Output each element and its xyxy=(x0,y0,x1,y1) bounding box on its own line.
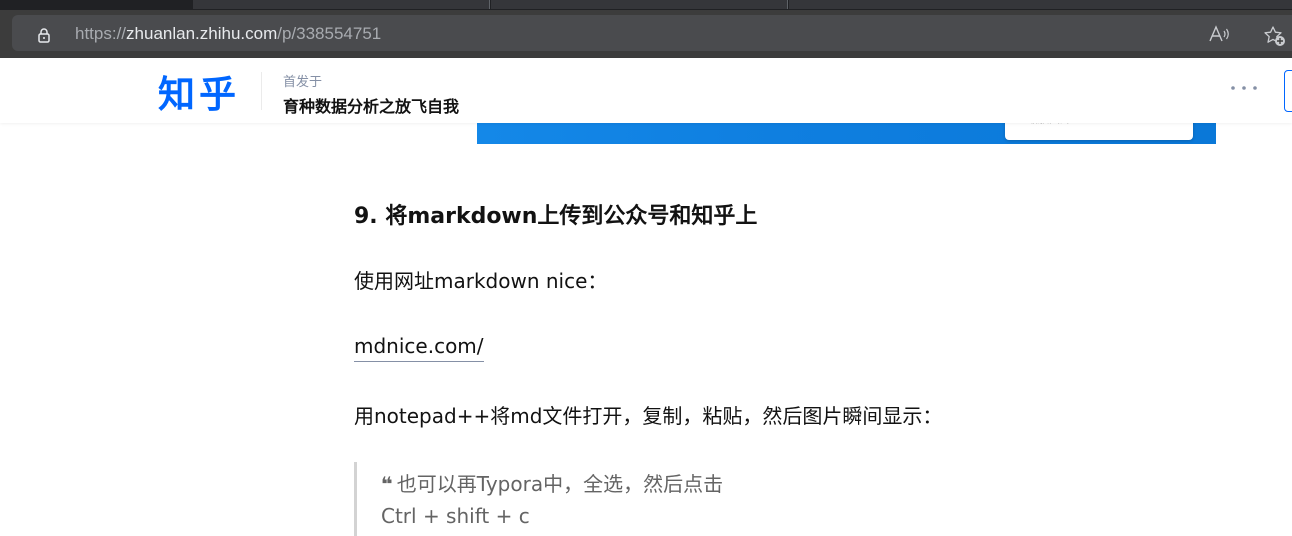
blockquote: ❝ 也可以再Typora中，全选，然后点击 Ctrl + shift + c xyxy=(354,462,954,536)
favorite-add-icon[interactable] xyxy=(1263,25,1287,47)
quote-text: 也可以再Typora中，全选，然后点击 xyxy=(396,472,724,496)
browser-tab[interactable] xyxy=(789,0,1292,9)
lock-icon[interactable] xyxy=(36,27,52,43)
browser-toolbar: https://zhuanlan.zhihu.com/p/338554751 xyxy=(0,10,1292,58)
publication-caption: 首发于 xyxy=(283,75,323,90)
tab-strip xyxy=(0,0,1292,10)
url-path: /p/338554751 xyxy=(277,24,382,43)
address-url[interactable]: https://zhuanlan.zhihu.com/p/338554751 xyxy=(75,24,381,44)
header-action-button[interactable] xyxy=(1284,70,1292,112)
header-divider xyxy=(261,72,262,110)
paragraph: 用notepad++将md文件打开，复制，粘贴，然后图片瞬间显示： xyxy=(354,404,943,428)
site-header: 知乎 首发于 育种数据分析之放飞自我 xyxy=(0,58,1292,123)
browser-tab[interactable] xyxy=(491,0,788,9)
read-aloud-icon[interactable] xyxy=(1208,24,1230,44)
quote-line: ❝ 也可以再Typora中，全选，然后点击 xyxy=(381,468,723,497)
section-heading: 9. 将markdown上传到公众号和知乎上 xyxy=(354,204,758,229)
mdnice-link[interactable]: mdnice.com/ xyxy=(354,334,484,362)
browser-tab[interactable] xyxy=(193,0,490,9)
url-scheme: https:// xyxy=(75,24,127,43)
url-host: zhuanlan.zhihu.com xyxy=(126,24,278,43)
quote-line: Ctrl + shift + c xyxy=(381,504,530,528)
publication-name[interactable]: 育种数据分析之放飞自我 xyxy=(283,93,459,117)
quote-mark-icon: ❝ xyxy=(381,472,393,496)
paragraph: 使用网址markdown nice： xyxy=(354,269,608,293)
address-bar[interactable]: https://zhuanlan.zhihu.com/p/338554751 xyxy=(12,15,1292,51)
more-icon[interactable] xyxy=(1228,80,1260,96)
zhihu-logo[interactable]: 知乎 xyxy=(158,64,240,118)
